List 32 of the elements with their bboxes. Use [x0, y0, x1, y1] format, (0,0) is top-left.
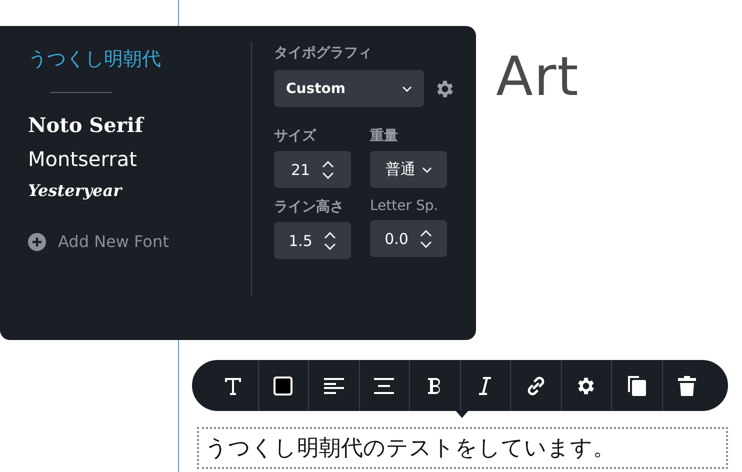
typography-label: タイポグラフィ	[274, 44, 373, 62]
font-option[interactable]: Yesteryear	[28, 181, 122, 200]
align-center-icon	[374, 378, 394, 394]
typography-select[interactable]: Custom	[274, 70, 424, 107]
weight-label: 重量	[370, 127, 399, 145]
letter-spacing-stepper[interactable]: 0.0	[370, 220, 447, 257]
square-icon	[273, 376, 294, 396]
plus-circle-icon[interactable]	[28, 232, 46, 250]
text-icon	[222, 376, 243, 396]
weight-select[interactable]: 普通	[370, 151, 447, 188]
font-option[interactable]: うつくし明朝代	[28, 46, 161, 72]
copy-icon	[626, 374, 647, 396]
italic-icon	[479, 376, 492, 394]
link-icon	[526, 376, 546, 396]
font-option[interactable]: Noto Serif	[28, 113, 144, 137]
add-font-link[interactable]: Add New Font	[58, 232, 169, 251]
stepper-icon[interactable]	[420, 228, 432, 248]
text-field[interactable]: うつくし明朝代のテストをしています。	[197, 427, 728, 469]
stepper-icon[interactable]	[324, 230, 336, 251]
size-stepper[interactable]: 21	[274, 151, 351, 188]
heading-line: Art	[496, 50, 580, 104]
bold-icon	[426, 376, 443, 394]
trash-icon	[678, 376, 696, 396]
size-label: サイズ	[274, 127, 318, 145]
align-left-icon	[324, 378, 344, 394]
chevron-down-icon	[422, 166, 432, 172]
font-option[interactable]: Montserrat	[28, 147, 137, 171]
line-height-label: ライン高さ	[274, 198, 344, 216]
stepper-icon[interactable]	[322, 160, 334, 180]
chevron-down-icon	[402, 86, 412, 92]
letter-spacing-label: Letter Sp.	[370, 198, 440, 214]
line-height-stepper[interactable]: 1.5	[274, 222, 351, 260]
